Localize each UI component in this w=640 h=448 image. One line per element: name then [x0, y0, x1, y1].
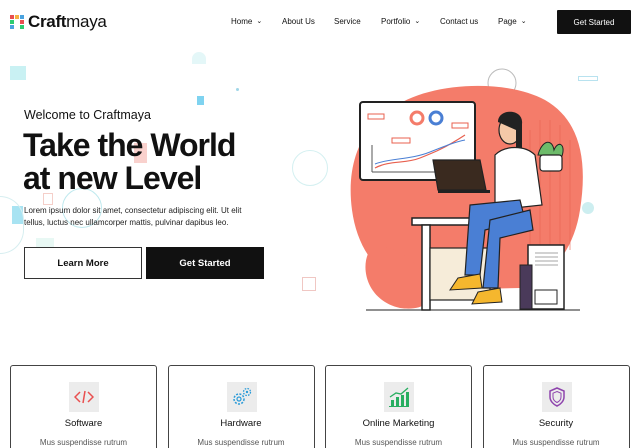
feature-description: Mus suspendisse rutrum [197, 438, 285, 447]
feature-description: Mus suspendisse rutrum [354, 438, 443, 447]
decor-dot [236, 88, 239, 91]
logo-mark-square [10, 20, 14, 24]
brand-name-rest: maya [66, 12, 107, 31]
hero-title-line: at new Level [23, 160, 202, 196]
logo-mark-square [20, 20, 24, 24]
site-header: Craftmaya Home ⌄ About Us Service Portfol… [0, 0, 640, 44]
header-get-started-button[interactable]: Get Started [557, 10, 631, 34]
main-nav: Home ⌄ About Us Service Portfolio ⌄ Contac… [231, 17, 527, 26]
feature-title: Software [64, 418, 103, 429]
logo-mark-square [10, 15, 14, 19]
decor-square [197, 96, 204, 105]
nav-item-label: Page [498, 17, 517, 26]
nav-item-page[interactable]: Page ⌄ [498, 17, 527, 26]
logo-mark-square [15, 20, 19, 24]
learn-more-button[interactable]: Learn More [24, 247, 142, 279]
growth-chart-icon [384, 382, 414, 412]
feature-title: Online Marketing [362, 418, 435, 429]
feature-title: Security [538, 418, 574, 429]
nav-item-label: Portfolio [381, 17, 411, 26]
logo-mark-square [10, 25, 14, 29]
logo-mark-square [20, 25, 24, 29]
chevron-down-icon: ⌄ [256, 17, 263, 25]
hero-title: Take the World at new Level [23, 129, 323, 195]
nav-item-label: Service [334, 17, 361, 26]
logo-mark-square [15, 15, 19, 19]
nav-item-about[interactable]: About Us [282, 17, 334, 26]
nav-item-label: About Us [282, 17, 315, 26]
logo-mark-square [15, 25, 19, 29]
hero-eyebrow: Welcome to Craftmaya [24, 108, 151, 122]
feature-title: Hardware [220, 418, 262, 429]
feature-card-software[interactable]: Software Mus suspendisse rutrum [10, 365, 157, 448]
brand-name: Craftmaya [28, 12, 107, 32]
nav-item-label: Home [231, 17, 253, 26]
hero-illustration [350, 68, 594, 311]
code-icon [69, 382, 99, 412]
logo[interactable]: Craftmaya [10, 12, 107, 32]
feature-card-hardware[interactable]: Hardware Mus suspendisse rutrum [167, 365, 315, 448]
shield-icon [541, 382, 572, 412]
nav-item-contact[interactable]: Contact us [440, 17, 498, 26]
decor-blob [192, 52, 206, 64]
feature-description: Mus suspendisse rutrum [512, 438, 600, 447]
logo-mark-icon [10, 15, 24, 29]
decor-square-outline [302, 277, 316, 291]
decor-dot [582, 202, 594, 214]
chevron-down-icon: ⌄ [520, 17, 527, 25]
nav-item-service[interactable]: Service [334, 17, 381, 26]
hero-title-line: Take the World [23, 127, 236, 163]
chevron-down-icon: ⌄ [414, 17, 421, 25]
get-started-button[interactable]: Get Started [146, 247, 264, 279]
decor-square [10, 66, 26, 80]
gears-icon [226, 382, 257, 412]
logo-mark-square [20, 15, 24, 19]
nav-item-label: Contact us [440, 17, 479, 26]
brand-name-bold: Craft [28, 12, 67, 31]
laptop [432, 159, 487, 191]
feature-card-security[interactable]: Security Mus suspendisse rutrum [482, 365, 630, 448]
feature-card-online-marketing[interactable]: Online Marketing Mus suspendisse rutrum [325, 365, 472, 448]
nav-item-home[interactable]: Home ⌄ [231, 17, 282, 26]
feature-description: Mus suspendisse rutrum [39, 438, 128, 447]
nav-item-portfolio[interactable]: Portfolio ⌄ [381, 17, 440, 26]
feature-cards: Software Mus suspendisse rutrum Hardware… [10, 365, 640, 448]
hero-description: Lorem ipsum dolor sit amet, consectetur … [24, 206, 242, 227]
decor-arc [0, 196, 24, 254]
